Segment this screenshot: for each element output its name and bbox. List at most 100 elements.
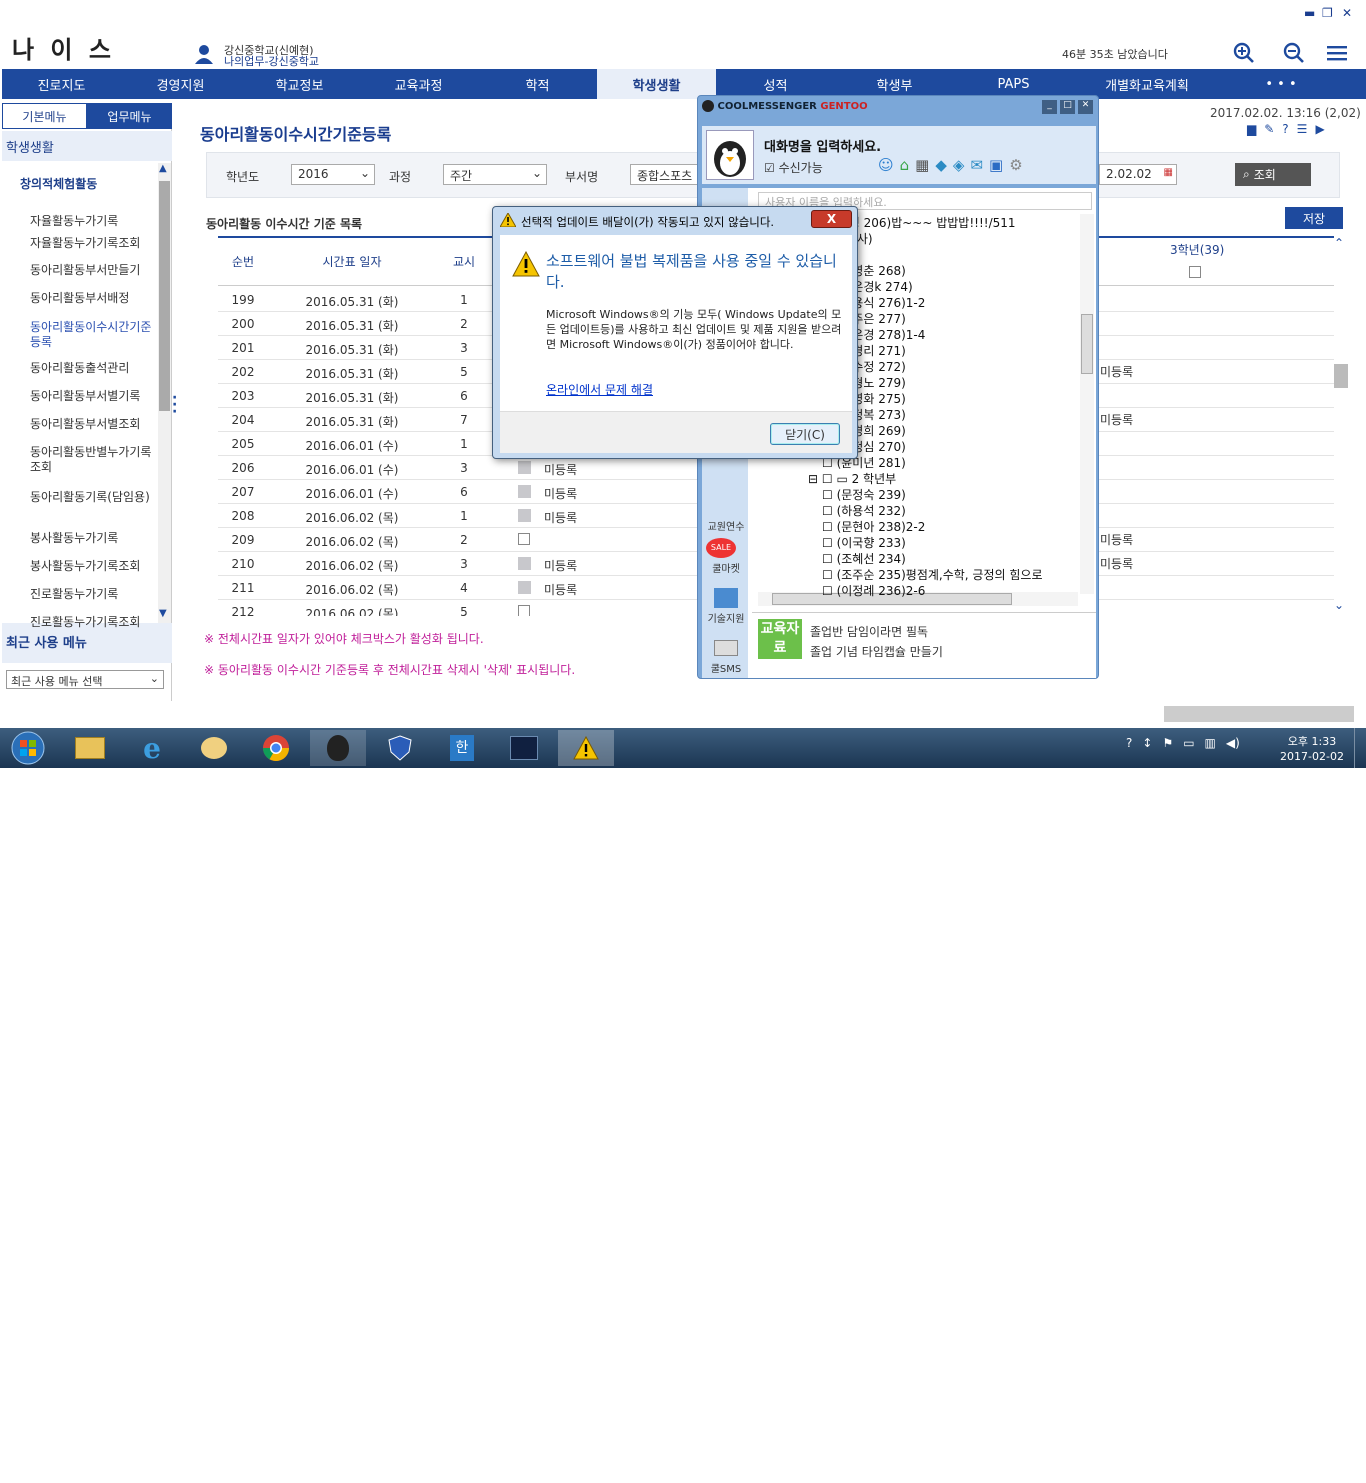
- search-button[interactable]: ⌕ 조회: [1235, 163, 1311, 186]
- sidebar-item[interactable]: 자율활동누가기록조회: [30, 236, 154, 251]
- sidebar-item[interactable]: 동아리활동부서별기록: [30, 389, 154, 404]
- save-button[interactable]: 저장: [1285, 207, 1343, 229]
- chat-name-input[interactable]: 대화명을 입력하세요.: [764, 136, 881, 155]
- scroll-down-icon[interactable]: ⌄: [1334, 598, 1344, 612]
- shield-taskbar-icon[interactable]: [372, 730, 428, 766]
- tree-scrollbar[interactable]: [1080, 214, 1094, 594]
- emoticon-icon[interactable]: ☺: [878, 156, 894, 174]
- scroll-up-icon[interactable]: ▲: [159, 163, 167, 174]
- app-taskbar-icon[interactable]: [496, 730, 552, 766]
- sidebar-item[interactable]: 진로활동누가기록조회: [30, 615, 154, 630]
- scroll-thumb[interactable]: [1334, 364, 1348, 388]
- sidebar-item[interactable]: 동아리활동부서만들기: [30, 263, 154, 278]
- sidebar-item[interactable]: 동아리활동기록(담임용): [30, 490, 154, 505]
- tree-contact[interactable]: ☐ (문정숙 239): [822, 486, 906, 503]
- side-sms[interactable]: 쿨SMS: [704, 660, 748, 675]
- sidebar-item[interactable]: 동아리활동반별누가기록조회: [30, 445, 154, 475]
- nav-item[interactable]: 학적: [478, 69, 597, 99]
- speech-icon[interactable]: ✉: [970, 156, 983, 174]
- scroll-up-icon[interactable]: ⌃: [1334, 236, 1344, 250]
- status-toggle[interactable]: ☑ 수신가능: [764, 159, 823, 176]
- contact-checkbox-icon[interactable]: ☐: [822, 552, 837, 566]
- tree-contact[interactable]: ☐ (조혜선 234): [822, 550, 906, 567]
- table-scrollbar[interactable]: ⌃ ⌄: [1334, 236, 1348, 616]
- year-select[interactable]: 2016 ⌄: [291, 164, 375, 185]
- row-checkbox-disabled[interactable]: [518, 581, 531, 594]
- tree-contact[interactable]: ☐ (이정례 236)2-6: [822, 582, 925, 599]
- contact-checkbox-icon[interactable]: ☐: [822, 488, 837, 502]
- box-icon[interactable]: ◈: [953, 156, 965, 174]
- volume-icon[interactable]: ◀): [1226, 736, 1240, 750]
- minimize-icon[interactable]: ▬: [1304, 6, 1315, 20]
- sidebar-item[interactable]: 동아리활동부서별조회: [30, 417, 154, 432]
- help-icon[interactable]: ?: [1282, 122, 1288, 136]
- tab-basic-menu[interactable]: 기본메뉴: [2, 103, 87, 129]
- app-logo[interactable]: 나 이 스: [12, 30, 115, 65]
- scroll-thumb[interactable]: [1081, 314, 1093, 374]
- menu-icon[interactable]: [1326, 42, 1348, 64]
- edit-icon[interactable]: ✎: [1264, 122, 1274, 136]
- contact-checkbox-icon[interactable]: ☐: [822, 504, 837, 518]
- messenger-taskbar-icon[interactable]: [310, 730, 366, 766]
- tab-work-menu[interactable]: 업무메뉴: [87, 103, 172, 129]
- warning-taskbar-icon[interactable]: [558, 730, 614, 766]
- save-icon[interactable]: ▣: [989, 156, 1003, 174]
- sidebar-item[interactable]: 진로활동누가기록: [30, 587, 154, 602]
- monitor-icon[interactable]: ▭: [1183, 736, 1194, 750]
- hwp-taskbar-icon[interactable]: 한: [434, 730, 490, 766]
- horizontal-scrollbar[interactable]: [1164, 706, 1354, 722]
- side-training[interactable]: 교원연수: [704, 518, 748, 533]
- zoom-in-icon[interactable]: [1233, 42, 1255, 64]
- sidebar-item[interactable]: 봉사활동누가기록조회: [30, 559, 154, 574]
- side-support[interactable]: 기술지원: [704, 610, 748, 625]
- sidebar-item[interactable]: 자율활동누가기록: [30, 214, 154, 229]
- dialog-close-button[interactable]: X: [811, 210, 852, 228]
- tree-contact[interactable]: ☐ (이국향 233): [822, 534, 906, 551]
- contact-checkbox-icon[interactable]: ☐: [822, 536, 837, 550]
- clock-time[interactable]: 오후 1:33: [1282, 733, 1342, 749]
- start-button[interactable]: [0, 730, 56, 766]
- maximize-icon[interactable]: □: [1060, 100, 1075, 114]
- restore-icon[interactable]: ❐: [1322, 6, 1333, 20]
- minimize-icon[interactable]: _: [1042, 100, 1057, 114]
- warning-dialog[interactable]: 선택적 업데이트 배달이(가) 작동되고 있지 않습니다. X 소프트웨어 불법…: [492, 206, 858, 459]
- nav-item[interactable]: 학교정보: [240, 69, 359, 99]
- troubleshoot-link[interactable]: 온라인에서 문제 해결: [546, 381, 653, 398]
- close-icon[interactable]: ✕: [1078, 100, 1093, 114]
- row-checkbox-disabled[interactable]: [518, 485, 531, 498]
- cube-icon[interactable]: ◆: [935, 156, 947, 174]
- gear-icon[interactable]: ⚙: [1009, 156, 1022, 174]
- sync-icon[interactable]: ↕: [1142, 736, 1152, 750]
- nav-item[interactable]: 교육과정: [359, 69, 478, 99]
- row-checkbox[interactable]: [518, 533, 530, 545]
- grade3-checkbox[interactable]: [1189, 266, 1201, 278]
- recent-menu-select[interactable]: 최근 사용 메뉴 선택 ⌄: [6, 670, 164, 689]
- list-icon[interactable]: ☰: [1297, 122, 1308, 136]
- date-input[interactable]: 2.02.02 ▦: [1099, 164, 1177, 185]
- sidebar-item[interactable]: 동아리활동출석관리: [30, 361, 154, 376]
- course-select[interactable]: 주간 ⌄: [443, 164, 547, 185]
- contact-checkbox-icon[interactable]: ☐: [822, 584, 837, 598]
- tree-contact[interactable]: ☐ (조주순 235)평점계,수학, 긍정의 힘으로: [822, 566, 1042, 583]
- ie-taskbar-icon[interactable]: e: [124, 730, 180, 766]
- contact-checkbox-icon[interactable]: ☐: [822, 520, 837, 534]
- close-icon[interactable]: ✕: [1342, 6, 1352, 20]
- chat-icon[interactable]: ▆: [1247, 122, 1256, 136]
- play-icon[interactable]: ▶: [1315, 122, 1324, 136]
- sidebar-subcategory[interactable]: 창의적체험활동: [20, 175, 97, 192]
- tree-group[interactable]: ⊟ ☐ ▭ 2 학년부: [808, 470, 896, 487]
- task-link[interactable]: 나의업무-강신중학교: [224, 53, 319, 69]
- scroll-thumb[interactable]: [159, 181, 170, 411]
- nav-item[interactable]: • • •: [1221, 69, 1341, 99]
- help-icon[interactable]: ?: [1126, 736, 1132, 750]
- scroll-down-icon[interactable]: ▼: [159, 608, 167, 619]
- ime-indicator[interactable]: A 漢: [1083, 1464, 1109, 1483]
- flag-icon[interactable]: ⚑: [1162, 736, 1173, 750]
- paint-taskbar-icon[interactable]: [186, 730, 242, 766]
- sidebar-category[interactable]: 학생생활: [2, 131, 172, 161]
- penguin-avatar-icon[interactable]: [706, 130, 754, 180]
- news-line-2[interactable]: 졸업 기념 타임캡슐 만들기: [810, 643, 943, 660]
- tree-contact[interactable]: ☐ (하용석 232): [822, 502, 906, 519]
- tree-contact[interactable]: ☐ (문현아 238)2-2: [822, 518, 925, 535]
- chrome-taskbar-icon[interactable]: [248, 730, 304, 766]
